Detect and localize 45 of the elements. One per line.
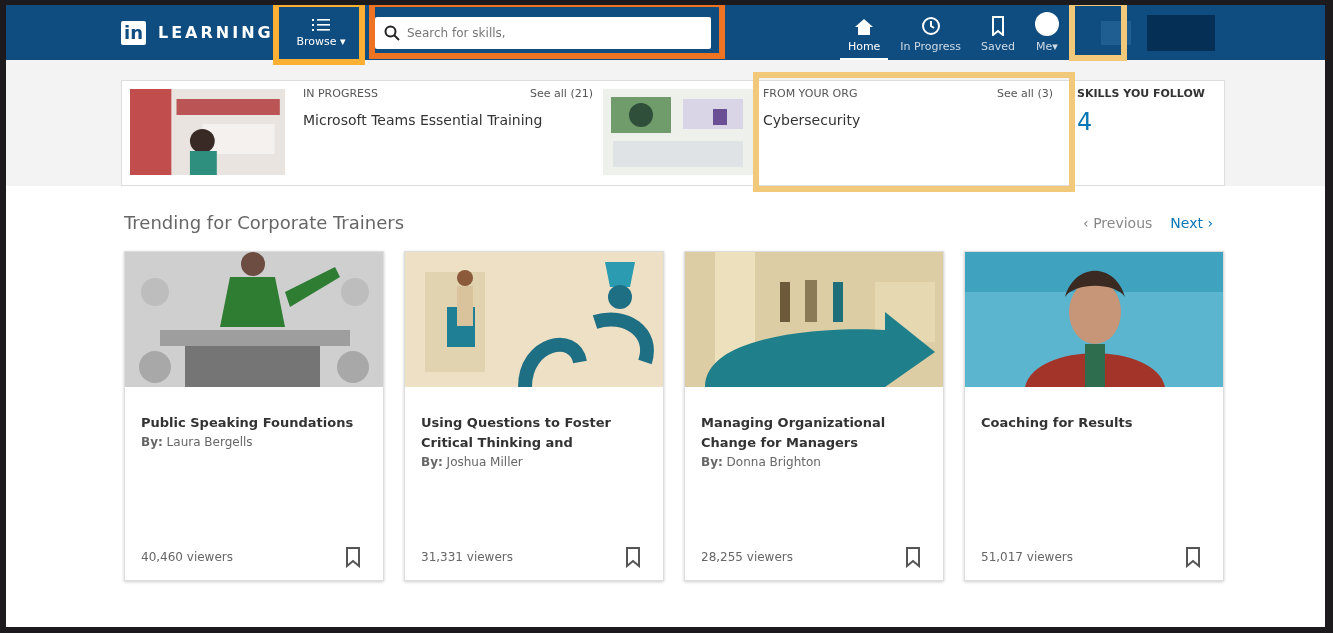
previous-link[interactable]: ‹ Previous <box>1083 214 1153 231</box>
course-title[interactable]: Managing Organizational Change for Managers <box>701 413 927 453</box>
section-label: FROM YOUR ORG <box>763 87 858 100</box>
course-link[interactable]: Microsoft Teams Essential Training <box>303 112 593 128</box>
see-all-link[interactable]: See all (3) <box>997 87 1053 100</box>
course-title[interactable]: Coaching for Results <box>981 413 1207 433</box>
skills-count: 4 <box>1077 108 1094 136</box>
next-link[interactable]: Next › <box>1170 214 1213 231</box>
course-link[interactable]: Cybersecurity <box>763 112 1053 128</box>
highlight-frame <box>1069 5 1127 61</box>
viewer-count: 31,331 viewers <box>421 550 513 564</box>
logo-mark: in <box>121 20 146 45</box>
author-text: By: Donna Brighton <box>701 455 822 469</box>
bookmark-icon[interactable] <box>625 546 641 568</box>
nav-tab[interactable]: Me▾ <box>1027 5 1067 60</box>
course-card[interactable]: Coaching for Results 51,017 viewers <box>964 251 1224 581</box>
section-title: Trending for Corporate Trainers <box>124 212 405 233</box>
home-icon <box>854 18 875 36</box>
nav-tab[interactable]: In Progress <box>892 5 969 60</box>
viewer-count: 51,017 viewers <box>981 550 1073 564</box>
course-card[interactable]: Managing Organizational Change for Managers By: Donna Brighton 28,255 viewers <box>684 251 944 581</box>
account-panel <box>1147 14 1215 51</box>
bookmark-icon <box>991 16 1005 36</box>
course-title[interactable]: Public Speaking Foundations <box>141 413 367 433</box>
course-card[interactable]: Public Speaking Foundations By: Laura Bergells 40,460 viewers <box>124 251 384 581</box>
course-card[interactable]: Using Questions to Foster Critical Thinking and By: Joshua Miller 31,331 viewers <box>404 251 664 581</box>
search-icon <box>384 24 400 41</box>
list-icon <box>312 17 330 32</box>
avatar-icon <box>1035 12 1059 36</box>
section-label: SKILLS YOU FOLLOW <box>1077 87 1205 100</box>
logo-text: LEARNING <box>158 23 274 42</box>
viewer-count: 40,460 viewers <box>141 550 233 564</box>
author-text: By: Laura Bergells <box>141 435 254 449</box>
browse-button[interactable]: Browse ▾ <box>281 16 361 49</box>
viewer-count: 28,255 viewers <box>701 550 793 564</box>
see-all-link[interactable]: See all (21) <box>530 87 593 100</box>
nav-tab[interactable]: Saved <box>973 5 1023 60</box>
course-title[interactable]: Using Questions to Foster Critical Thinking and <box>421 413 647 453</box>
bookmark-icon[interactable] <box>1185 546 1201 568</box>
bookmark-icon[interactable] <box>905 546 921 568</box>
search-field[interactable]: Search for skills, <box>375 16 711 49</box>
bookmark-icon[interactable] <box>345 546 361 568</box>
author-text: By: Joshua Miller <box>421 455 524 469</box>
clock-icon <box>920 16 941 36</box>
section-label: IN PROGRESS <box>303 87 378 100</box>
